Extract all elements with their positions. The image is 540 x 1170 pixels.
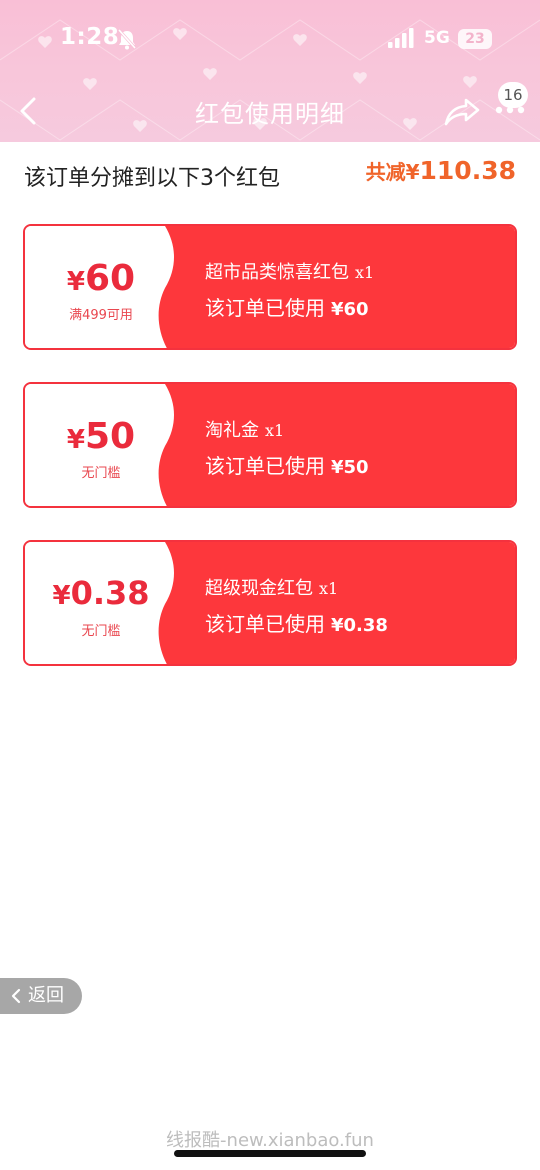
status-time: 1:28 [60, 24, 120, 50]
coupon-name: 超市品类惊喜红包 x1 [205, 262, 375, 283]
coupon-condition: 无门槛 [81, 466, 121, 481]
chevron-left-icon [11, 988, 21, 1004]
status-bar: 1:28 5G 23 [0, 22, 540, 62]
coupon-amount: ¥0.38 [52, 574, 150, 612]
floating-back-label: 返回 [28, 985, 64, 1006]
coupon-detail-panel [155, 542, 515, 664]
floating-back-button[interactable]: 返回 [0, 978, 82, 1014]
coupon-used: 该订单已使用 ¥60 [205, 296, 369, 320]
nav-bar: 红包使用明细 16 [0, 82, 540, 134]
coupon-card[interactable]: ¥60 满499可用 超市品类惊喜红包 x1 该订单已使用 ¥60 [23, 224, 517, 350]
message-count-badge: 16 [498, 82, 528, 108]
bell-slash-icon [117, 29, 137, 50]
coupon-detail-panel [155, 384, 515, 506]
coupon-condition: 无门槛 [81, 624, 121, 639]
total-discount: 共减¥110.38 [366, 156, 516, 185]
coupon-used: 该订单已使用 ¥50 [205, 454, 369, 478]
coupon-amount: ¥60 [66, 258, 136, 299]
coupon-card[interactable]: ¥0.38 无门槛 超级现金红包 x1 该订单已使用 ¥0.38 [23, 540, 517, 666]
battery-indicator: 23 [458, 29, 492, 49]
total-label: 共减¥ [365, 160, 420, 184]
home-indicator [174, 1150, 366, 1157]
coupon-detail-panel [155, 226, 515, 348]
coupon-name: 淘礼金 x1 [205, 420, 285, 441]
coupon-condition: 满499可用 [69, 308, 133, 323]
header: 1:28 5G 23 红包使用明细 16 [0, 0, 540, 142]
coupon-card[interactable]: ¥50 无门槛 淘礼金 x1 该订单已使用 ¥50 [23, 382, 517, 508]
network-type: 5G [424, 28, 450, 48]
total-amount: 110.38 [419, 156, 516, 185]
coupon-amount: ¥50 [66, 416, 136, 457]
watermark-text: 线报酷-new.xianbao.fun [166, 1130, 374, 1151]
summary-text: 该订单分摊到以下3个红包 [24, 166, 280, 191]
coupon-used: 该订单已使用 ¥0.38 [205, 612, 388, 636]
coupon-name: 超级现金红包 x1 [205, 578, 339, 599]
summary-row: 该订单分摊到以下3个红包 共减¥110.38 [0, 156, 540, 196]
share-icon[interactable] [444, 96, 480, 126]
signal-bars-icon [388, 28, 414, 48]
